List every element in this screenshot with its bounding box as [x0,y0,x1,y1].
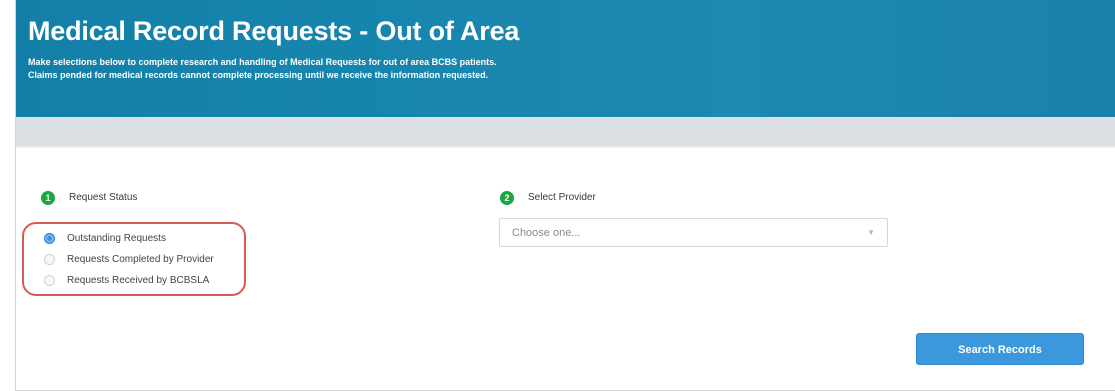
completed-by-provider-radio[interactable] [44,253,55,265]
outstanding-requests-radio[interactable] [44,232,55,244]
secondary-toolbar [16,117,1115,148]
step-2-badge: 2 [500,191,514,205]
provider-select-value: Choose one... [512,227,581,239]
request-status-label: Request Status [69,192,138,203]
completed-by-provider-option[interactable]: Requests Completed by Provider [44,251,214,267]
provider-select[interactable]: Choose one... ▼ [499,218,888,247]
description-line-1: Make selections below to complete resear… [28,57,497,67]
received-by-bcbsla-option[interactable]: Requests Received by BCBSLA [44,272,209,288]
completed-by-provider-label: Requests Completed by Provider [67,253,214,265]
step-1-badge: 1 [41,191,55,205]
page-header: Medical Record Requests - Out of Area Ma… [16,0,1115,117]
description-line-2: Claims pended for medical records cannot… [28,70,489,80]
request-status-options: Outstanding Requests Requests Completed … [22,222,246,296]
page-description: Make selections below to complete resear… [28,56,728,82]
received-by-bcbsla-label: Requests Received by BCBSLA [67,274,210,286]
received-by-bcbsla-radio[interactable] [44,274,55,286]
chevron-down-icon: ▼ [867,228,875,237]
outstanding-requests-label: Outstanding Requests [67,232,166,244]
select-provider-label: Select Provider [528,192,596,203]
search-records-button[interactable]: Search Records [916,333,1084,365]
outstanding-requests-option[interactable]: Outstanding Requests [44,230,166,246]
page-title: Medical Record Requests - Out of Area [28,16,520,46]
medical-record-requests-panel: Medical Record Requests - Out of Area Ma… [15,0,1115,391]
